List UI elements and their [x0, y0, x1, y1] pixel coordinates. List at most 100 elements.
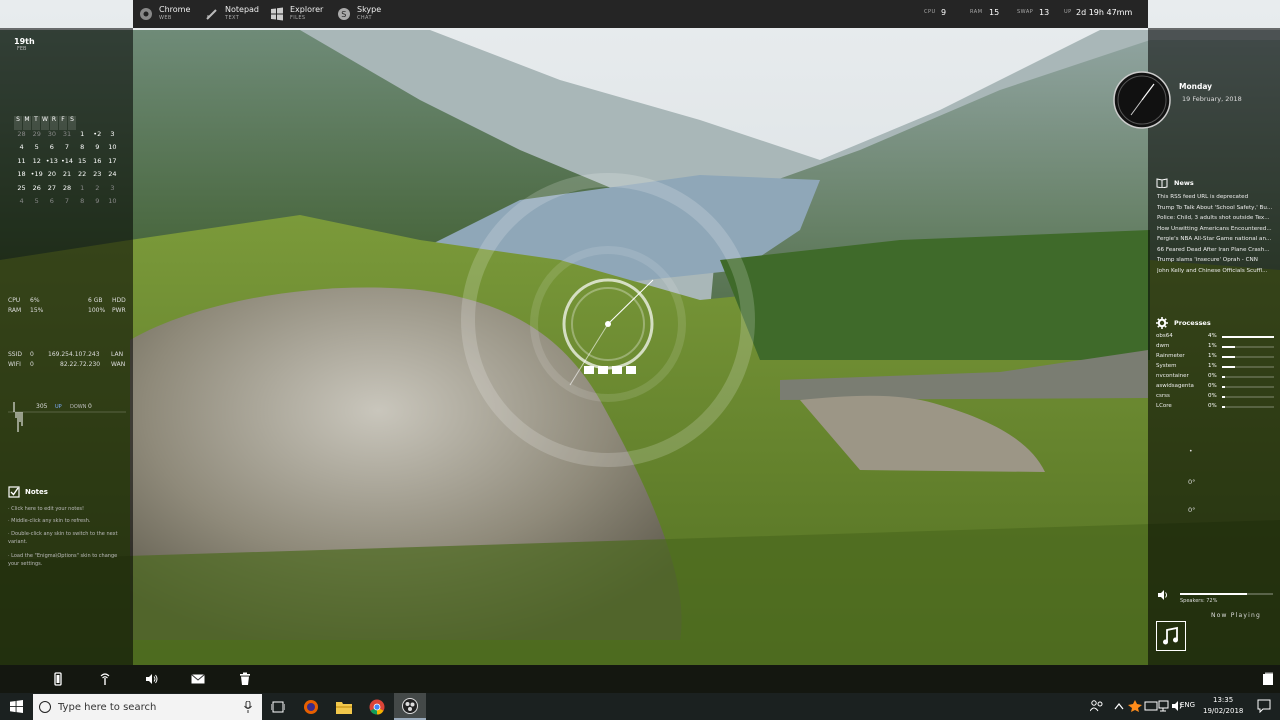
- hardware-widget: CPU 6% RAM 15% 6 GB HDD 100% PWR: [8, 297, 126, 321]
- cpu-stat-label: CPU: [924, 9, 936, 15]
- calendar-day: 6: [49, 197, 54, 205]
- launcher-sub: TEXT: [225, 15, 240, 21]
- clock-date: 19 February, 2018: [1182, 95, 1242, 103]
- taskbar-chrome[interactable]: [361, 693, 393, 720]
- process-usage-bar: [1222, 376, 1274, 378]
- volume-icon[interactable]: [145, 672, 159, 686]
- launcher-chrome[interactable]: Chrome WEB: [139, 5, 190, 25]
- processes-header: Processes: [1156, 317, 1211, 329]
- tray-clock-date[interactable]: 19/02/2018: [1203, 707, 1243, 715]
- calendar-day: 5: [34, 197, 39, 205]
- launcher-notepad[interactable]: Notepad TEXT: [205, 5, 259, 25]
- taskbar-firefox[interactable]: [295, 693, 327, 720]
- process-name: System: [1156, 363, 1177, 369]
- network-icon[interactable]: [1158, 700, 1172, 712]
- swap-stat-label: SWAP: [1017, 9, 1034, 15]
- notification-area-icon[interactable]: [1144, 700, 1158, 712]
- lan-label: LAN: [111, 351, 124, 358]
- chrome-icon: [369, 699, 385, 715]
- network-graph-lines: [8, 402, 126, 432]
- tray-app-icon[interactable]: [1128, 700, 1142, 712]
- calendar-week: 25 26 27 28 1 2 3: [14, 184, 120, 198]
- start-button[interactable]: [0, 693, 32, 720]
- calendar-day: 7: [64, 197, 70, 205]
- process-usage: 0%: [1208, 393, 1217, 399]
- news-item[interactable]: John Kelly and Chinese Officials Scuffl.…: [1157, 268, 1273, 279]
- task-view-icon: [271, 701, 285, 712]
- process-name: obs64: [1156, 333, 1173, 339]
- notes-widget[interactable]: Notes · Click here to edit your notes! ·…: [8, 486, 128, 568]
- notes-title: Notes: [25, 488, 48, 496]
- task-view-button[interactable]: [262, 693, 294, 720]
- process-row: dwm 1%: [1156, 343, 1274, 353]
- upload-value: 305: [36, 403, 48, 410]
- obs-icon: [402, 697, 418, 714]
- calendar-day: 26: [32, 183, 41, 192]
- calendar-weekday: W: [41, 116, 49, 130]
- taskbar-file-explorer[interactable]: [328, 693, 360, 720]
- wifi-value: 0: [30, 361, 34, 368]
- volume-slider[interactable]: [1180, 593, 1273, 595]
- calendar-day: 16: [93, 156, 102, 165]
- process-usage-bar: [1222, 356, 1274, 358]
- taskbar-search-box[interactable]: Type here to search: [33, 694, 262, 720]
- pwr-value: 100%: [88, 307, 106, 314]
- calendar-weekday: S: [68, 116, 76, 130]
- process-usage: 4%: [1208, 333, 1217, 339]
- tray-clock-time[interactable]: 13:35: [1213, 696, 1233, 704]
- launcher-skype[interactable]: S Skype CHAT: [337, 5, 381, 25]
- news-item[interactable]: This RSS feed URL is deprecated: [1157, 194, 1273, 205]
- windows-taskbar: Type here to search ENG 13:35 19/02/2018: [0, 693, 1280, 720]
- news-item[interactable]: Trump To Talk About 'School Safety,' Bu.…: [1157, 205, 1273, 216]
- center-clock-rings: [461, 173, 755, 467]
- speaker-icon[interactable]: [1157, 589, 1169, 601]
- uptime-value: 2d 19h 47mm: [1076, 8, 1133, 17]
- news-item[interactable]: 66 Feared Dead After Iran Plane Crash...: [1157, 247, 1273, 258]
- news-item[interactable]: Fergie's NBA All-Star Game national an..…: [1157, 236, 1273, 247]
- process-usage-bar: [1222, 346, 1274, 348]
- news-item[interactable]: Police: Child, 3 adults shot outside Tex…: [1157, 215, 1273, 226]
- calendar-week: 18 •19 20 21 22 23 24: [14, 170, 120, 184]
- show-desktop-icon[interactable]: [1261, 672, 1275, 686]
- people-icon[interactable]: [1090, 700, 1104, 712]
- folder-icon: [336, 701, 352, 714]
- process-usage-fill: [1222, 346, 1235, 348]
- mail-icon[interactable]: [191, 672, 205, 686]
- taskbar-obs[interactable]: [394, 693, 426, 720]
- calendar-day: 3: [110, 129, 115, 138]
- news-item[interactable]: How Unwitting Americans Encountered...: [1157, 226, 1273, 237]
- tray-chevron-up-icon[interactable]: [1114, 702, 1124, 710]
- windows-logo-icon: [9, 700, 23, 713]
- microphone-icon[interactable]: [244, 701, 252, 713]
- volume-label: Speakers: 72%: [1180, 598, 1217, 604]
- battery-icon[interactable]: [51, 672, 65, 686]
- action-center-icon[interactable]: [1257, 699, 1271, 713]
- left-sidebar-panel: 19th FEB SMTWRFS 28 29 30 31 1 •2 3 4 5 6 7 8 9 10 1…: [0, 28, 133, 665]
- launcher-sub: CHAT: [357, 15, 372, 21]
- upload-label: UP: [55, 404, 62, 410]
- pwr-label: PWR: [112, 307, 126, 314]
- calendar-week: 4 5 6 7 8 9 10: [14, 197, 120, 211]
- process-usage: 0%: [1208, 373, 1217, 379]
- download-value: 0: [88, 403, 92, 410]
- notepad-icon: [206, 9, 217, 20]
- process-row: csrss 0%: [1156, 393, 1274, 403]
- download-label: DOWN: [70, 404, 87, 410]
- wifi-signal-icon[interactable]: [98, 672, 112, 686]
- calendar-day: 30: [47, 129, 56, 138]
- calendar-day: 10: [108, 197, 117, 205]
- lan-ip: 169.254.107.243: [48, 351, 100, 358]
- calendar-day: •2: [93, 129, 102, 138]
- checkbox-icon: [8, 486, 20, 498]
- calendar-day: 9: [95, 197, 100, 205]
- weather-bullet: •: [1189, 448, 1193, 455]
- trash-icon[interactable]: [238, 672, 252, 686]
- music-player-button[interactable]: [1156, 621, 1186, 651]
- ssid-value: 0: [30, 351, 34, 358]
- news-header: News: [1156, 178, 1194, 188]
- news-item[interactable]: Trump slams 'insecure' Oprah - CNN: [1157, 257, 1273, 268]
- launcher-explorer[interactable]: Explorer FILES: [270, 5, 323, 25]
- language-indicator[interactable]: ENG: [1180, 701, 1195, 709]
- note-line: · Middle-click any skin to refresh.: [8, 518, 91, 524]
- process-usage: 1%: [1208, 343, 1217, 349]
